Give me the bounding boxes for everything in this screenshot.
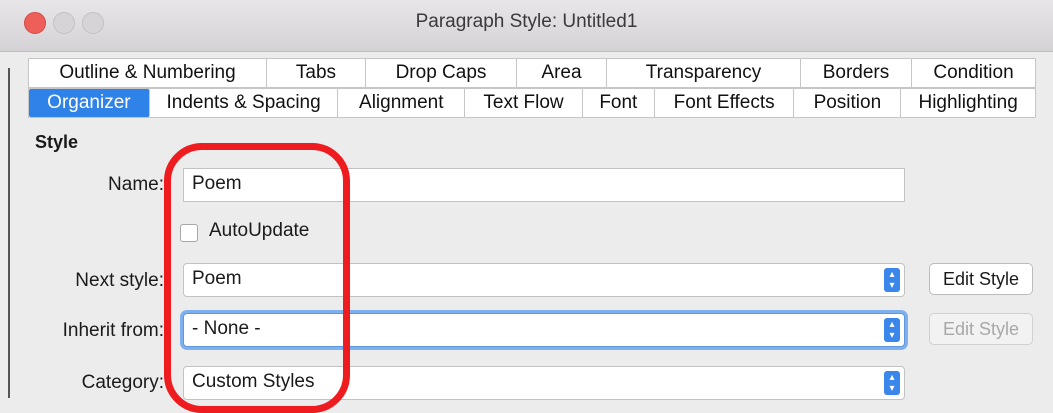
next-style-chevron-icon: ▴ ▾ [884, 268, 900, 292]
tab-font-effects[interactable]: Font Effects [655, 89, 795, 117]
inherit-from-select[interactable]: - None - ▴ ▾ [183, 313, 905, 347]
inherit-edit-button: Edit Style [929, 313, 1033, 345]
tab-alignment[interactable]: Alignment [338, 89, 466, 117]
name-label: Name: [108, 174, 164, 195]
category-value: Custom Styles [192, 371, 315, 392]
title-bar: Paragraph Style: Untitled1 [0, 0, 1053, 52]
name-field[interactable]: Poem [183, 168, 905, 202]
category-select[interactable]: Custom Styles ▴ ▾ [183, 366, 905, 400]
tab-borders[interactable]: Borders [801, 59, 912, 87]
organizer-panel: Style Name: Poem AutoUpdate Next style: … [28, 120, 1036, 412]
tab-row-2: Organizer Indents & Spacing Alignment Te… [28, 88, 1036, 118]
tab-drop-caps[interactable]: Drop Caps [366, 59, 517, 87]
tab-tabs[interactable]: Tabs [267, 59, 366, 87]
inherit-from-label: Inherit from: [62, 320, 164, 341]
autoupdate-checkbox[interactable] [180, 224, 198, 242]
tab-highlighting[interactable]: Highlighting [901, 89, 1035, 117]
tab-indents-spacing[interactable]: Indents & Spacing [150, 89, 339, 117]
category-label: Category: [81, 372, 164, 393]
background-window-edge [8, 68, 10, 398]
tab-organizer[interactable]: Organizer [29, 89, 150, 117]
style-section-heading: Style [35, 132, 79, 152]
next-style-edit-button[interactable]: Edit Style [929, 263, 1033, 295]
inherit-from-value: - None - [192, 318, 261, 339]
tab-text-flow[interactable]: Text Flow [465, 89, 583, 117]
paragraph-style-dialog: Paragraph Style: Untitled1 Outline & Num… [0, 0, 1053, 413]
tab-condition[interactable]: Condition [912, 59, 1035, 87]
tab-area[interactable]: Area [517, 59, 607, 87]
next-style-select[interactable]: Poem ▴ ▾ [183, 263, 905, 297]
autoupdate-label: AutoUpdate [209, 220, 310, 241]
tab-row-1: Outline & Numbering Tabs Drop Caps Area … [28, 58, 1036, 88]
tab-transparency[interactable]: Transparency [607, 59, 801, 87]
category-chevron-icon: ▴ ▾ [884, 371, 900, 395]
tab-font[interactable]: Font [583, 89, 655, 117]
inherit-from-chevron-icon: ▴ ▾ [884, 318, 900, 342]
next-style-label: Next style: [75, 270, 164, 291]
tab-position[interactable]: Position [794, 89, 902, 117]
window-title: Paragraph Style: Untitled1 [415, 11, 638, 32]
next-style-value: Poem [192, 268, 242, 289]
tab-outline-numbering[interactable]: Outline & Numbering [29, 59, 267, 87]
